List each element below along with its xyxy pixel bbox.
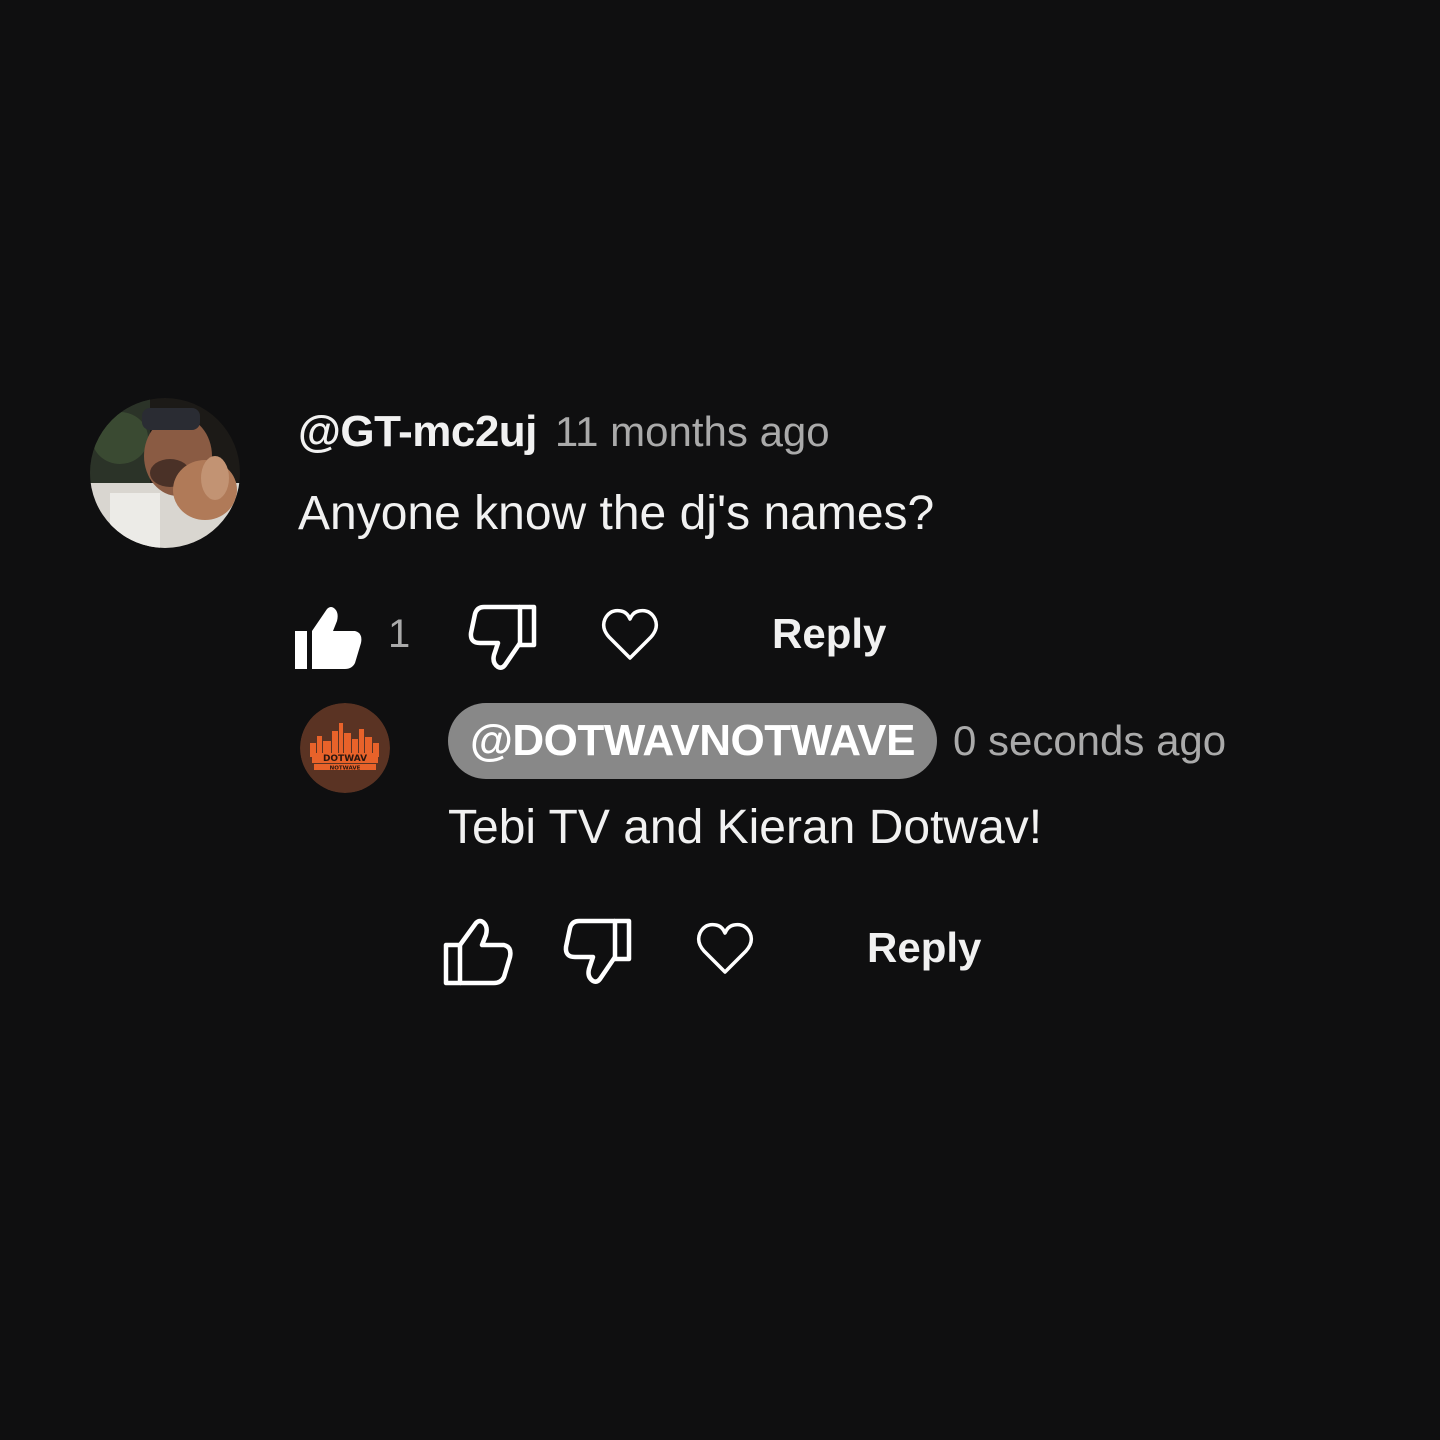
thumbs-down-icon[interactable] [468,603,540,673]
user-photo-avatar-image [90,398,240,548]
heart-icon[interactable] [600,606,660,664]
thumbs-down-icon[interactable] [563,917,635,987]
comment-header: @DOTWAVNOTWAVE 0 seconds ago [448,703,1226,779]
comment-timestamp[interactable]: 0 seconds ago [953,717,1226,765]
heart-icon[interactable] [695,920,755,978]
thumbs-up-icon[interactable] [442,917,514,987]
comment-timestamp[interactable]: 11 months ago [555,408,830,456]
comment-author[interactable]: @GT-mc2uj [298,407,537,457]
comment-author-highlighted[interactable]: @DOTWAVNOTWAVE [448,703,937,779]
comment-text: Anyone know the dj's names? [298,487,935,540]
avatar[interactable] [90,398,240,548]
reply-button[interactable]: Reply [867,924,981,972]
comment-text: Tebi TV and Kieran Dotwav! [448,801,1043,854]
avatar[interactable]: DOTWAV NOTWAVE [300,703,390,793]
dotwav-logo-avatar-image: DOTWAV NOTWAVE [300,703,390,793]
thumbs-up-icon[interactable] [293,603,365,673]
like-count: 1 [388,612,411,656]
comment-header: @GT-mc2uj 11 months ago [298,404,830,460]
logo-lettering: DOTWAV [323,754,367,764]
logo-lettering: NOTWAVE [330,766,361,772]
reply-button[interactable]: Reply [772,610,886,658]
